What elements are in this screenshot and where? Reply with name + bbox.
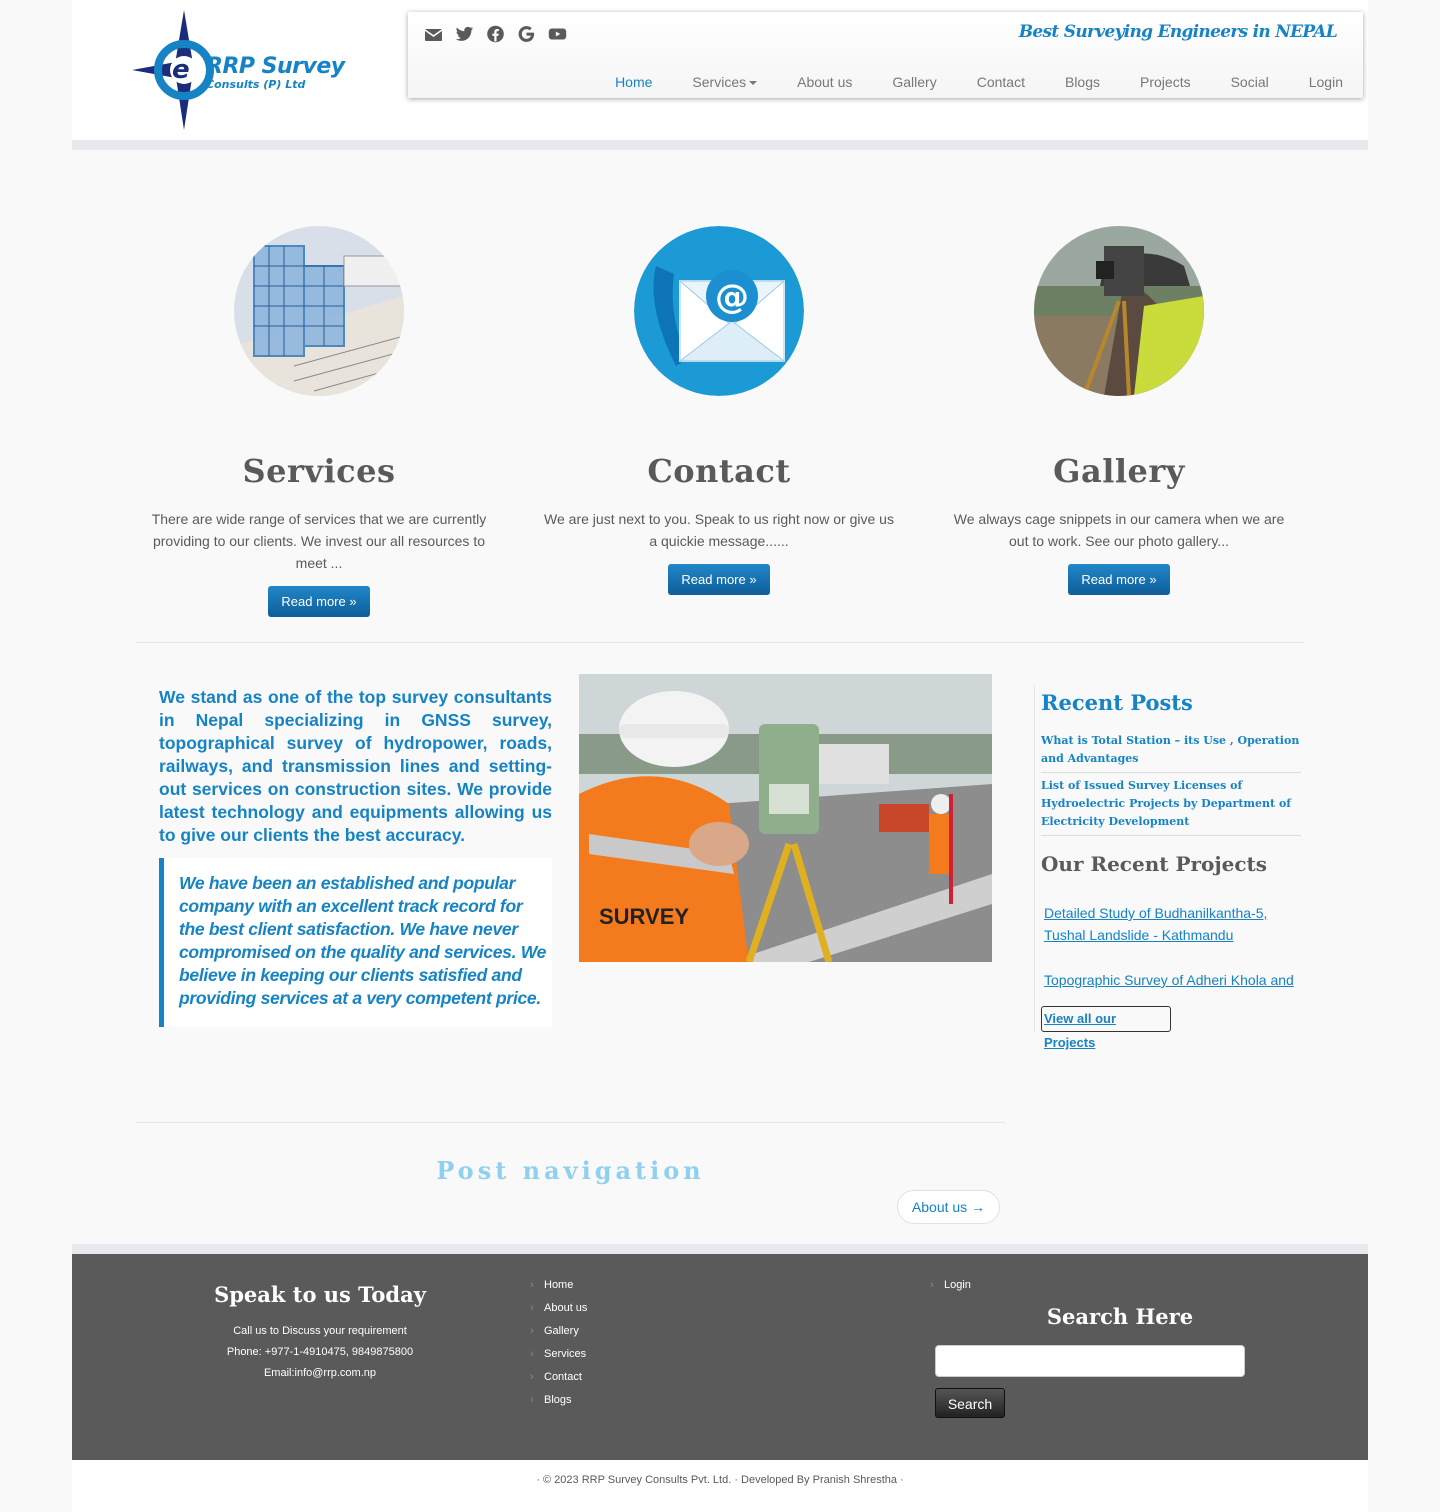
surveyor-photo: SURVEY xyxy=(579,674,992,962)
footer-link-login[interactable]: Login xyxy=(930,1274,971,1297)
svg-text:SURVEY: SURVEY xyxy=(599,904,689,929)
services-title: Services xyxy=(242,452,396,490)
recent-post-link[interactable]: What is Total Station – its Use , Operat… xyxy=(1041,732,1301,773)
sidebar: Recent Posts What is Total Station – its… xyxy=(1034,686,1301,1050)
header-divider xyxy=(72,140,1368,150)
contact-read-more-button[interactable]: Read more » xyxy=(668,564,770,595)
footer-divider xyxy=(72,1244,1368,1254)
intro-text: We stand as one of the top survey consul… xyxy=(159,687,552,845)
twitter-icon[interactable] xyxy=(455,24,474,44)
menu-item-contact[interactable]: Contact xyxy=(957,74,1045,90)
contact-image[interactable]: @ xyxy=(634,226,804,396)
footer-link-blogs[interactable]: Blogs xyxy=(530,1389,587,1412)
recent-projects-title: Our Recent Projects xyxy=(1041,852,1268,876)
contact-title: Contact xyxy=(647,452,791,490)
footer-contact-title: Speak to us Today xyxy=(214,1282,426,1307)
footer-link-contact[interactable]: Contact xyxy=(530,1366,587,1389)
featured-gallery: Gallery We always cage snippets in our c… xyxy=(919,226,1319,595)
company-quote: We have been an established and popular … xyxy=(159,858,552,1027)
recent-post-link[interactable]: List of Issued Survey Licenses of Hydroe… xyxy=(1041,777,1301,836)
project-link[interactable]: Topographic Survey of Adheri Khola and xyxy=(1044,969,1299,991)
site-footer: Speak to us Today Call us to Discuss you… xyxy=(72,1254,1368,1460)
menu-item-about[interactable]: About us xyxy=(777,74,872,90)
colophon: · © 2023 RRP Survey Consults Pvt. Ltd. ·… xyxy=(72,1460,1368,1512)
footer-link-gallery[interactable]: Gallery xyxy=(530,1320,587,1343)
content-divider xyxy=(136,1122,1005,1123)
menu-item-blogs[interactable]: Blogs xyxy=(1045,74,1120,90)
footer-search-title: Search Here xyxy=(1046,1304,1194,1329)
caret-down-icon xyxy=(749,81,758,86)
services-image[interactable] xyxy=(234,226,404,396)
svg-text:@: @ xyxy=(715,277,749,317)
menu-item-gallery[interactable]: Gallery xyxy=(872,74,956,90)
social-links xyxy=(424,24,567,44)
menu-item-social[interactable]: Social xyxy=(1211,74,1289,90)
footer-link-home[interactable]: Home xyxy=(530,1274,587,1297)
footer-email: Email:info@rrp.com.np xyxy=(263,1367,377,1379)
footer-meta-links: Login xyxy=(930,1274,971,1297)
footer-link-about[interactable]: About us xyxy=(530,1297,587,1320)
footer-search-button[interactable]: Search xyxy=(935,1388,1005,1418)
site-tagline: Best Surveying Engineers in NEPAL xyxy=(1018,22,1338,42)
featured-services: Services There are wide range of service… xyxy=(119,226,519,617)
next-post-link[interactable]: About us → xyxy=(897,1190,1000,1224)
footer-links: Home About us Gallery Services Contact B… xyxy=(530,1274,587,1412)
footer-phone: Phone: +977-1-4910475, 9849875800 xyxy=(226,1346,414,1358)
gallery-text: We always cage snippets in our camera wh… xyxy=(953,511,1285,549)
gallery-read-more-button[interactable]: Read more » xyxy=(1068,564,1170,595)
youtube-icon[interactable] xyxy=(548,24,567,44)
view-all-projects-button[interactable]: View all our Projects xyxy=(1041,1006,1171,1050)
svg-text:e: e xyxy=(172,55,190,85)
menu-item-login[interactable]: Login xyxy=(1289,74,1363,90)
envelope-icon[interactable] xyxy=(424,24,443,44)
footer-link-services[interactable]: Services xyxy=(530,1343,587,1366)
post-navigation-title: Post navigation xyxy=(436,1156,705,1185)
google-icon[interactable] xyxy=(517,24,536,44)
recent-posts-title: Recent Posts xyxy=(1041,690,1193,715)
contact-text: We are just next to you. Speak to us rig… xyxy=(544,511,894,549)
footer-search-input[interactable] xyxy=(935,1345,1245,1377)
footer-contact: Speak to us Today Call us to Discuss you… xyxy=(192,1282,448,1384)
facebook-icon[interactable] xyxy=(486,24,505,44)
menu-item-home[interactable]: Home xyxy=(595,74,672,90)
logo-title: RRP Survey xyxy=(206,54,345,79)
footer-contact-line: Call us to Discuss your requirement xyxy=(233,1325,407,1337)
services-read-more-button[interactable]: Read more » xyxy=(268,586,370,617)
menu-item-services[interactable]: Services xyxy=(672,74,777,90)
featured-contact: @ Contact We are just next to you. Speak… xyxy=(519,226,919,595)
menu-item-services-label: Services xyxy=(692,74,747,90)
services-text: There are wide range of services that we… xyxy=(151,511,487,571)
gallery-image[interactable] xyxy=(1034,226,1204,396)
logo-subtitle: Consults (P) Ltd xyxy=(206,78,306,91)
section-divider xyxy=(136,642,1304,643)
menu-item-projects[interactable]: Projects xyxy=(1120,74,1211,90)
nav-box: Best Surveying Engineers in NEPAL Home S… xyxy=(408,12,1363,98)
main-menu: Home Services About us Gallery Contact B… xyxy=(595,74,1363,90)
project-link[interactable]: Detailed Study of Budhanilkantha-5, Tush… xyxy=(1044,902,1299,946)
gallery-title: Gallery xyxy=(1053,452,1185,490)
